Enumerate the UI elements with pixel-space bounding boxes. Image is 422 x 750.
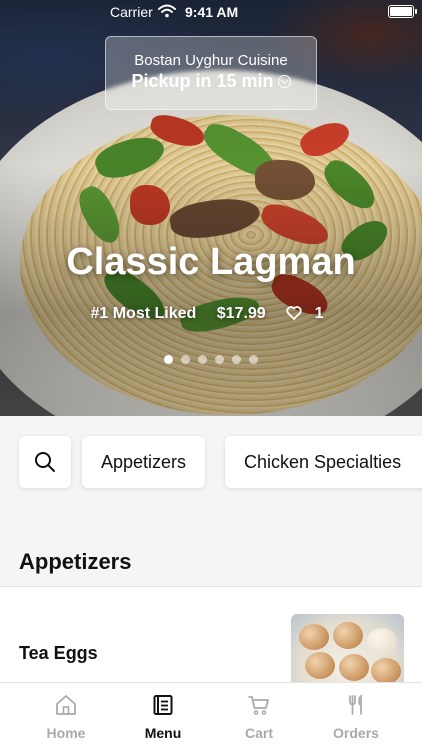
likes-count: 1 xyxy=(314,305,324,322)
tab-orders[interactable]: Orders xyxy=(306,683,406,750)
carousel-dot[interactable] xyxy=(232,355,241,364)
carousel-dot[interactable] xyxy=(249,355,258,364)
carousel-dot[interactable] xyxy=(215,355,224,364)
egg-decoration xyxy=(299,624,329,650)
carousel-dots xyxy=(0,351,422,369)
menu-icon xyxy=(153,695,173,715)
restaurant-name: Bostan Uyghur Cuisine xyxy=(134,52,288,69)
status-time: 9:41 AM xyxy=(185,4,239,20)
search-button[interactable] xyxy=(19,436,71,488)
tab-label: Menu xyxy=(144,725,182,741)
category-chip-chicken-specialties[interactable]: Chicken Specialties xyxy=(225,436,422,488)
featured-price: $17.99 xyxy=(216,305,266,322)
featured-dish-title: Classic Lagman xyxy=(66,241,356,283)
search-icon xyxy=(35,452,55,472)
tab-bar: Home Menu Cart Orders xyxy=(0,682,422,750)
featured-likes: 1 xyxy=(286,305,331,322)
egg-decoration xyxy=(367,628,397,654)
egg-decoration xyxy=(333,622,363,649)
home-icon xyxy=(56,695,76,715)
carousel-dot[interactable] xyxy=(164,355,173,364)
section-title: Appetizers xyxy=(19,549,132,574)
category-bar: Appetizers Chicken Specialties xyxy=(0,416,422,516)
menu-item[interactable]: Tea Eggs xyxy=(0,587,422,704)
tab-label: Cart xyxy=(244,725,273,741)
carousel-dot[interactable] xyxy=(181,355,190,364)
cart-icon xyxy=(248,696,269,715)
featured-rank: #1 Most Liked xyxy=(90,305,197,322)
featured-dish-meta: #1 Most Liked $17.99 1 xyxy=(0,305,422,323)
fork-knife-icon xyxy=(349,694,362,715)
pickup-time-row: Pickup in 15 min xyxy=(106,71,316,92)
category-chip-appetizers[interactable]: Appetizers xyxy=(82,436,206,488)
pickup-selector[interactable]: Bostan Uyghur Cuisine Pickup in 15 min xyxy=(105,36,317,110)
egg-decoration xyxy=(339,654,369,681)
wifi-icon xyxy=(158,4,176,18)
menu-item-name: Tea Eggs xyxy=(19,643,98,663)
status-bar: Carrier 9:41 AM xyxy=(0,0,422,24)
battery-icon xyxy=(388,5,417,18)
pickup-time: Pickup in 15 min xyxy=(131,71,274,91)
hero-banner[interactable]: Carrier 9:41 AM Bostan Uyghur Cuisine Pi… xyxy=(0,0,422,416)
tab-menu[interactable]: Menu xyxy=(113,683,213,750)
carousel-dot[interactable] xyxy=(198,355,207,364)
egg-decoration xyxy=(305,652,335,679)
egg-decoration xyxy=(371,658,401,684)
carrier-label: Carrier xyxy=(110,4,153,20)
chevron-down-icon xyxy=(277,75,291,88)
heart-icon xyxy=(286,306,302,320)
tab-home[interactable]: Home xyxy=(16,683,116,750)
tab-label: Orders xyxy=(333,725,379,741)
tab-cart[interactable]: Cart xyxy=(209,683,309,750)
tab-label: Home xyxy=(46,725,86,741)
